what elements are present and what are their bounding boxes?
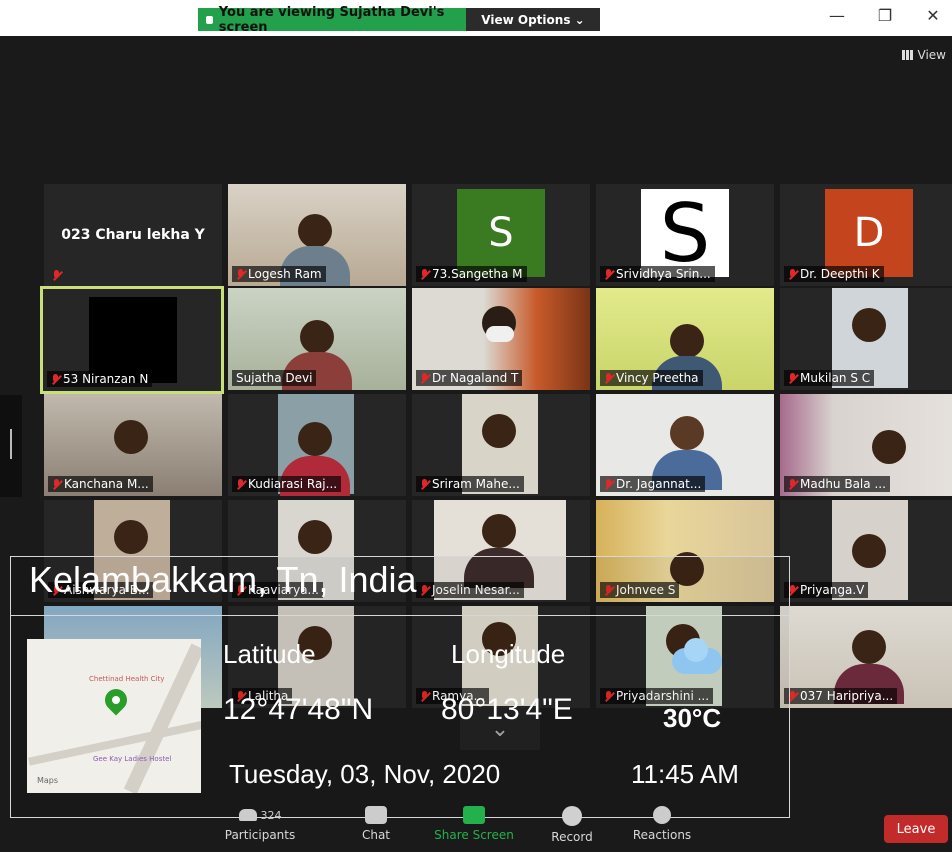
- video-tile[interactable]: Mukilan S C: [780, 288, 952, 390]
- video-tile[interactable]: Vincy Preetha: [596, 288, 774, 390]
- participants-button[interactable]: 324 Participants: [220, 806, 300, 843]
- panel-drag-handle[interactable]: [0, 395, 22, 497]
- leave-button[interactable]: Leave: [884, 815, 948, 843]
- grid-icon: [901, 50, 914, 60]
- weather-cloud-icon: [672, 638, 722, 674]
- participant-label: Kudiarasi Raj...: [232, 476, 342, 492]
- speaker-icon: [206, 15, 213, 24]
- participant-display-name: 023 Charu lekha Y: [61, 227, 205, 243]
- video-tile[interactable]: Sriram Mahe...: [412, 394, 590, 496]
- video-tile[interactable]: 037 Haripriya...: [780, 606, 952, 708]
- longitude-value: 80°13'4"E: [441, 693, 573, 726]
- participant-label: 037 Haripriya...: [784, 688, 898, 704]
- record-icon: [562, 806, 582, 826]
- muted-mic-icon: [420, 372, 429, 384]
- participant-label: Logesh Ram: [232, 266, 326, 282]
- video-tile[interactable]: Sujatha Devi: [228, 288, 406, 390]
- participant-label: Srividhya Srin...: [600, 266, 715, 282]
- participant-label: Mukilan S C: [784, 370, 875, 386]
- chat-icon: [365, 806, 387, 824]
- view-options-button[interactable]: View Options ⌄: [466, 8, 600, 31]
- participant-label: 73.Sangetha M: [416, 266, 527, 282]
- reactions-icon: [653, 806, 671, 824]
- muted-mic-icon: [420, 268, 429, 280]
- video-tile[interactable]: Dr. Jagannat...: [596, 394, 774, 496]
- location-title: Kelambakkam, Tn, India: [29, 559, 417, 600]
- mask: [486, 326, 514, 342]
- participant-label: Sriram Mahe...: [416, 476, 524, 492]
- map-label: Gee Kay Ladies Hostel: [93, 755, 172, 763]
- video-tile[interactable]: Madhu Bala ...: [780, 394, 952, 496]
- avatar: S: [457, 189, 545, 277]
- close-button[interactable]: ✕: [918, 6, 948, 25]
- muted-mic-icon: [52, 270, 61, 281]
- latitude-value: 12°47'48"N: [223, 693, 374, 726]
- date-value: Tuesday, 03, Nov, 2020: [229, 759, 501, 789]
- longitude-label: Longitude: [451, 639, 566, 669]
- participant-video: [298, 214, 332, 248]
- muted-mic-icon: [52, 478, 61, 490]
- share-screen-icon: [463, 806, 485, 824]
- gallery-view-button[interactable]: View: [901, 48, 946, 62]
- restore-button[interactable]: ❐: [870, 6, 900, 25]
- maps-brand: Maps: [37, 776, 59, 785]
- view-label: View: [917, 48, 946, 62]
- latitude-label: Latitude: [223, 639, 316, 669]
- screen-share-text: You are viewing Sujatha Devi's screen: [218, 4, 445, 35]
- gps-camera-overlay: Kelambakkam, Tn, India Chettinad Health …: [10, 556, 790, 818]
- video-tile[interactable]: Kudiarasi Raj...: [228, 394, 406, 496]
- muted-mic-icon: [788, 478, 797, 490]
- video-tile[interactable]: 023 Charu lekha Y: [44, 184, 222, 286]
- avatar: D: [825, 189, 913, 277]
- muted-mic-icon: [420, 478, 429, 490]
- video-tile[interactable]: Priyanga.V: [780, 500, 952, 602]
- video-tile[interactable]: Kanchana M...: [44, 394, 222, 496]
- participants-count: 324: [260, 808, 282, 822]
- avatar: S: [641, 187, 729, 280]
- participant-label: Kanchana M...: [48, 476, 153, 492]
- reactions-button[interactable]: Reactions: [622, 806, 702, 842]
- muted-mic-icon: [788, 372, 797, 384]
- participant-label: Vincy Preetha: [600, 370, 703, 386]
- participant-label: Sujatha Devi: [232, 370, 317, 386]
- muted-mic-icon: [236, 478, 245, 490]
- share-screen-button[interactable]: Share Screen: [434, 806, 514, 842]
- participant-label: [48, 269, 68, 282]
- muted-mic-icon: [604, 268, 613, 280]
- chat-button[interactable]: Chat: [336, 806, 416, 842]
- video-tile[interactable]: Dr Nagaland T: [412, 288, 590, 390]
- participant-label: Dr. Jagannat...: [600, 476, 706, 492]
- temperature-value: 30°C: [663, 703, 722, 733]
- muted-mic-icon: [236, 268, 245, 280]
- overlay-divider: [11, 615, 789, 616]
- participant-label: 53 Niranzan N: [47, 371, 153, 387]
- map-thumbnail: Chettinad Health City Gee Kay Ladies Hos…: [27, 639, 201, 793]
- map-pin-icon: [100, 684, 132, 716]
- muted-mic-icon: [788, 268, 797, 280]
- time-value: 11:45 AM: [631, 759, 739, 789]
- participants-icon: 324: [225, 806, 295, 824]
- muted-mic-icon: [51, 373, 60, 385]
- video-tile[interactable]: S Srividhya Srin...: [596, 184, 774, 286]
- participant-label: Madhu Bala ...: [784, 476, 890, 492]
- video-tile[interactable]: D Dr. Deepthi K: [780, 184, 952, 286]
- muted-mic-icon: [604, 372, 613, 384]
- screen-share-banner: You are viewing Sujatha Devi's screen: [198, 5, 466, 35]
- record-button[interactable]: Record: [532, 806, 612, 844]
- minimize-button[interactable]: —: [822, 6, 852, 25]
- map-label: Chettinad Health City: [89, 675, 165, 683]
- muted-mic-icon: [604, 478, 613, 490]
- participant-label: Priyanga.V: [784, 582, 869, 598]
- video-tile[interactable]: S 73.Sangetha M: [412, 184, 590, 286]
- participant-label: Dr Nagaland T: [416, 370, 523, 386]
- video-tile-active-speaker[interactable]: 53 Niranzan N: [40, 286, 224, 394]
- participant-label: Dr. Deepthi K: [784, 266, 884, 282]
- video-tile[interactable]: Logesh Ram: [228, 184, 406, 286]
